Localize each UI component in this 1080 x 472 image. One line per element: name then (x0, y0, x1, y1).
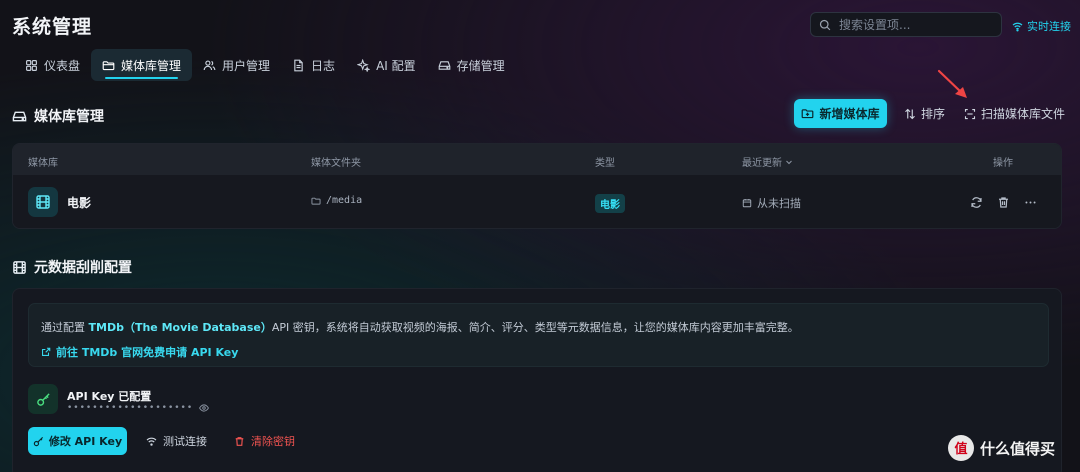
more-button[interactable] (1022, 194, 1038, 210)
grid-icon (26, 59, 37, 71)
connection-status-label: 实时连接 (1027, 20, 1071, 33)
more-icon (1024, 201, 1036, 203)
tab-ai-config[interactable]: AI 配置 (346, 49, 427, 81)
film-icon (36, 195, 50, 209)
page-title: 系统管理 (12, 16, 93, 38)
folder-icon (311, 197, 321, 205)
info-suffix: API 密钥，系统将自动获取视频的海报、简介、评分、类型等元数据信息，让您的媒体… (271, 321, 799, 334)
annotation-arrow (937, 69, 967, 98)
folder-plus-icon (802, 109, 814, 119)
tab-label: 仪表盘 (44, 58, 81, 73)
connection-status: 实时连接 (1012, 18, 1071, 34)
scan-library-label: 扫描媒体库文件 (981, 107, 1066, 121)
eye-icon[interactable] (199, 403, 210, 413)
key-icon (33, 436, 43, 446)
column-header-name: 媒体库 (28, 158, 58, 169)
delete-button[interactable] (995, 194, 1011, 210)
watermark-logo: 值 (948, 435, 974, 461)
column-header-type: 类型 (595, 158, 615, 169)
film-icon-badge (28, 187, 58, 217)
tmdb-apply-link-text: 前往 TMDb 官网免费申请 API Key (56, 346, 239, 359)
tab-label: 媒体库管理 (121, 58, 182, 73)
tmdb-info-text: 通过配置 TMDb（The Movie Database）API 密钥，系统将自… (41, 319, 799, 335)
tab-users[interactable]: 用户管理 (192, 49, 281, 81)
wifi-icon (146, 437, 157, 446)
watermark-logo-icon: 值 (954, 441, 967, 457)
last-updated-text: 从未扫描 (757, 197, 801, 210)
column-header-folder: 媒体文件夹 (311, 158, 361, 169)
add-library-label: 新增媒体库 (819, 107, 880, 121)
key-icon (36, 392, 50, 406)
tab-label: 用户管理 (222, 58, 271, 73)
tab-media-library[interactable]: 媒体库管理 (91, 49, 193, 81)
column-header-actions: 操作 (993, 158, 1013, 169)
edit-api-key-label: 修改 API Key (48, 435, 123, 448)
calendar-icon (742, 198, 752, 208)
add-library-button[interactable]: 新增媒体库 (794, 99, 887, 128)
chevron-down-icon (786, 160, 792, 164)
tab-dashboard[interactable]: 仪表盘 (14, 49, 91, 81)
api-key-mask-text: •••••••••••••••••••• (67, 403, 194, 413)
api-key-masked: •••••••••••••••••••• (67, 403, 210, 413)
tab-logs[interactable]: 日志 (281, 49, 346, 81)
tab-storage[interactable]: 存储管理 (427, 49, 516, 81)
film-icon (13, 260, 26, 274)
metadata-section-label: 元数据刮削配置 (34, 260, 132, 276)
key-icon-badge (28, 384, 58, 414)
table-header: 媒体库 媒体文件夹 类型 最近更新 操作 (13, 144, 1061, 175)
main-tabs: 仪表盘 媒体库管理 用户管理 日志 AI 配置 存储管理 (14, 49, 516, 81)
edit-api-key-button[interactable]: 修改 API Key (28, 427, 127, 455)
wifi-icon (1012, 22, 1023, 31)
tab-label: 存储管理 (456, 58, 505, 73)
library-name: 电影 (67, 196, 92, 210)
refresh-icon (970, 196, 982, 208)
info-prefix: 通过配置 (41, 321, 89, 334)
metadata-section-title: 元数据刮削配置 (12, 257, 132, 277)
tab-label: AI 配置 (376, 58, 416, 73)
sparkle-icon (357, 58, 371, 72)
search-input[interactable] (839, 17, 989, 32)
watermark: 值 什么值得买 (948, 435, 1055, 461)
library-path: /media (311, 195, 362, 206)
scan-icon (964, 108, 976, 119)
tmdb-apply-link[interactable]: 前往 TMDb 官网免费申请 API Key (41, 344, 238, 360)
trash-icon (998, 196, 1008, 208)
library-path-text: /media (326, 195, 363, 206)
library-table: 媒体库 媒体文件夹 类型 最近更新 操作 电影 /media 电影 从未扫描 (12, 143, 1062, 229)
external-link-icon (42, 347, 51, 356)
last-updated: 从未扫描 (742, 195, 801, 211)
search-icon (819, 19, 831, 30)
library-section-title: 媒体库管理 (12, 106, 104, 126)
column-header-updated-label: 最近更新 (742, 158, 782, 169)
search-box[interactable] (810, 12, 1002, 37)
test-connection-button[interactable]: 测试连接 (146, 433, 207, 449)
clear-key-button[interactable]: 清除密钥 (234, 433, 295, 449)
type-badge: 电影 (595, 194, 625, 213)
watermark-text: 什么值得买 (980, 439, 1056, 458)
drive-icon (12, 111, 27, 121)
column-header-updated[interactable]: 最近更新 (742, 154, 793, 169)
library-section-label: 媒体库管理 (34, 109, 104, 125)
drive-icon (438, 60, 450, 70)
tab-label: 日志 (311, 58, 336, 73)
table-row[interactable]: 电影 /media 电影 从未扫描 (13, 175, 1061, 228)
info-highlight: TMDb（The Movie Database） (88, 321, 272, 334)
trash-icon (235, 436, 244, 446)
file-icon (294, 59, 303, 71)
svg-text:值: 值 (954, 441, 967, 457)
users-icon (203, 59, 216, 70)
test-connection-label: 测试连接 (163, 435, 207, 448)
refresh-button[interactable] (968, 194, 984, 210)
metadata-card: 通过配置 TMDb（The Movie Database）API 密钥，系统将自… (12, 288, 1062, 472)
clear-key-label: 清除密钥 (251, 435, 295, 448)
tmdb-info-box: 通过配置 TMDb（The Movie Database）API 密钥，系统将自… (28, 303, 1049, 367)
folder-icon (102, 60, 115, 70)
sort-icon (905, 108, 915, 119)
api-key-status: API Key 已配置 (67, 390, 152, 403)
